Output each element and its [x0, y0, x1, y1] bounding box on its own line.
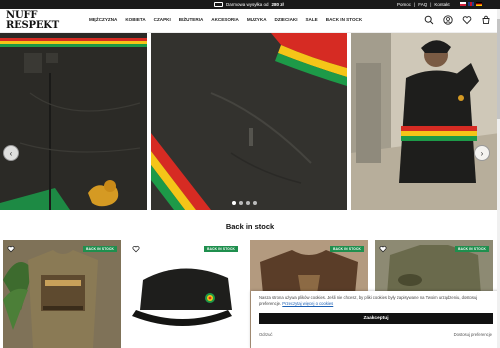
slide-model-photo[interactable] [351, 33, 500, 210]
nav-item-mezczyzna[interactable]: Mężczyzna [89, 17, 117, 22]
back-in-stock-badge: BACK IN STOCK [455, 246, 489, 252]
product-card[interactable]: BACK IN STOCK [3, 240, 121, 348]
flag-de-icon[interactable] [476, 2, 482, 6]
slider-dots [232, 201, 257, 205]
free-shipping-text: Darmowa wysyłka od [226, 1, 269, 7]
main-header: NUFF RESPEKT REGGAE STREETWEAR CLOTHING … [0, 9, 500, 41]
header-icons [424, 15, 491, 25]
logo[interactable]: NUFF RESPEKT REGGAE STREETWEAR CLOTHING [6, 10, 62, 41]
jacket-sleeve-image [151, 33, 347, 210]
nav-item-dzieciaki[interactable]: Dzieciaki [275, 17, 298, 22]
hero-slider: ‹ › [0, 33, 500, 210]
top-link-separator: | [430, 1, 432, 7]
chevron-left-icon: ‹ [9, 148, 13, 158]
top-announcement-bar: Darmowa wysyłka od 280 zł Pomoc | FAQ | … [0, 0, 500, 9]
slider-prev-button[interactable]: ‹ [3, 145, 19, 161]
faq-link[interactable]: FAQ [418, 2, 427, 7]
back-in-stock-badge: BACK IN STOCK [330, 246, 364, 252]
slider-dot[interactable] [253, 201, 257, 205]
accept-cookies-button[interactable]: Zaakceptuj [259, 313, 493, 324]
account-icon[interactable] [443, 15, 453, 25]
free-shipping-notice: Darmowa wysyłka od 280 zł [214, 1, 284, 7]
nav-item-bizuteria[interactable]: Biżuteria [179, 17, 204, 22]
back-in-stock-badge: BACK IN STOCK [204, 246, 238, 252]
nav-item-back-in-stock[interactable]: Back in stock [326, 17, 362, 22]
section-title: Back in stock [225, 222, 275, 231]
flag-uk-icon[interactable] [468, 2, 474, 6]
back-in-stock-badge: BACK IN STOCK [83, 246, 117, 252]
chevron-right-icon: › [480, 148, 484, 158]
slider-dot[interactable] [246, 201, 250, 205]
contact-link[interactable]: Kontakt [434, 2, 449, 7]
nav-item-akcesoria[interactable]: Akcesoria [211, 17, 239, 22]
language-switcher [460, 2, 482, 6]
slider-next-button[interactable]: › [474, 145, 490, 161]
free-shipping-amount: 280 zł [271, 1, 284, 7]
wishlist-heart-icon[interactable] [379, 245, 387, 253]
product-image-tshirt-sound-system [3, 240, 121, 348]
cookie-text-block: Nasza strona używa plików cookies. Jeśli… [259, 295, 491, 307]
nav-item-czapki[interactable]: Czapki [154, 17, 171, 22]
truck-icon [214, 1, 223, 7]
slider-dot[interactable] [232, 201, 236, 205]
slider-dot[interactable] [239, 201, 243, 205]
cookie-preferences-button[interactable]: Dostosuj preferencje [454, 332, 492, 337]
wishlist-heart-icon[interactable] [132, 245, 140, 253]
top-link-separator: | [414, 1, 416, 7]
main-nav: Mężczyzna Kobieta Czapki Biżuteria Akces… [89, 17, 362, 22]
cookie-info-link[interactable]: Przeczytaj więcej o cookies [282, 301, 333, 306]
model-photo-image [351, 33, 500, 210]
wishlist-heart-icon[interactable] [7, 245, 15, 253]
flag-pl-icon[interactable] [460, 2, 466, 6]
slide-jacket-sleeve[interactable] [151, 33, 347, 210]
jacket-lion-image [0, 33, 147, 210]
nav-item-kobieta[interactable]: Kobieta [125, 17, 145, 22]
search-icon[interactable] [424, 15, 434, 25]
reject-cookies-button[interactable]: Odrzuć [259, 332, 273, 337]
nav-item-sale[interactable]: Sale [305, 17, 317, 22]
cookie-banner: Nasza strona używa plików cookies. Jeśli… [251, 291, 500, 348]
product-card[interactable]: BACK IN STOCK [128, 240, 242, 348]
logo-text: NUFF RESPEKT [6, 10, 60, 31]
nav-item-muzyka[interactable]: Muzyka [247, 17, 267, 22]
heart-icon[interactable] [462, 15, 472, 25]
cart-icon[interactable] [481, 15, 491, 25]
top-links: Pomoc | FAQ | Kontakt [397, 2, 450, 7]
slide-jacket-lion[interactable] [0, 33, 147, 210]
product-image-cap [128, 240, 242, 348]
help-link[interactable]: Pomoc [397, 2, 411, 7]
